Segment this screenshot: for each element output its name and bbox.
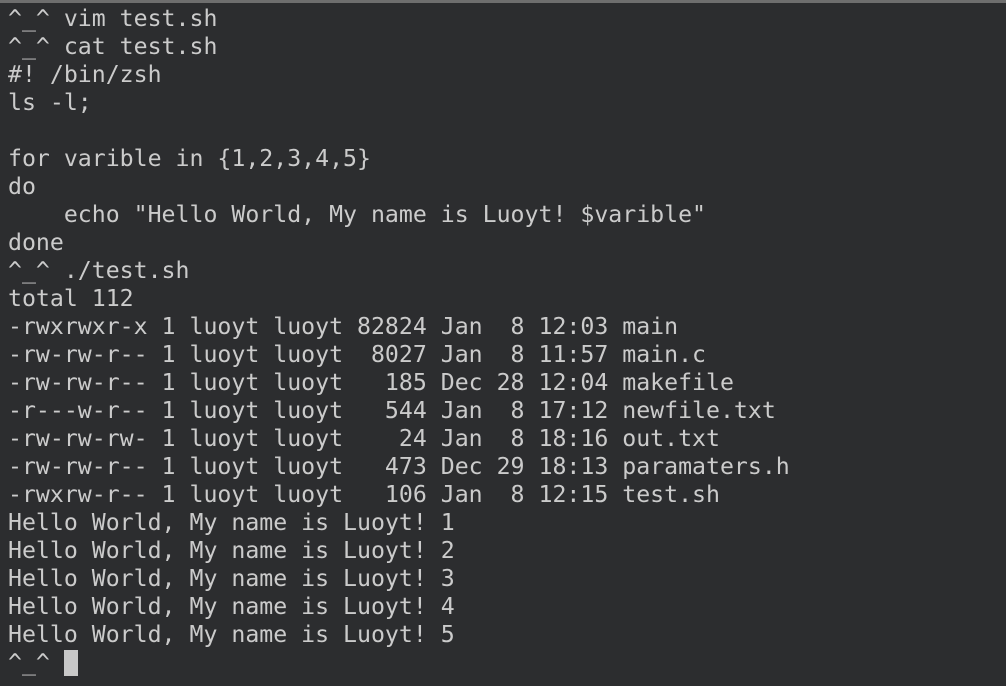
terminal-line: Hello World, My name is Luoyt! 3	[8, 565, 455, 592]
terminal-line: Hello World, My name is Luoyt! 1	[8, 509, 455, 536]
terminal-line: total 112	[8, 285, 134, 312]
window-top-border	[0, 0, 1006, 3]
terminal-line: -rwxrw-r-- 1 luoyt luoyt 106 Jan 8 12:15…	[8, 481, 720, 508]
terminal-line: -rw-rw-rw- 1 luoyt luoyt 24 Jan 8 18:16 …	[8, 425, 720, 452]
terminal-line: Hello World, My name is Luoyt! 5	[8, 621, 455, 648]
terminal-line: -rwxrwxr-x 1 luoyt luoyt 82824 Jan 8 12:…	[8, 313, 679, 340]
terminal-line: -r---w-r-- 1 luoyt luoyt 544 Jan 8 17:12…	[8, 397, 776, 424]
terminal-line: -rw-rw-r-- 1 luoyt luoyt 185 Dec 28 12:0…	[8, 369, 734, 396]
terminal-line: -rw-rw-r-- 1 luoyt luoyt 8027 Jan 8 11:5…	[8, 341, 707, 368]
terminal-line: done	[8, 229, 64, 256]
terminal-line: do	[8, 173, 36, 200]
terminal-line: #! /bin/zsh	[8, 61, 162, 88]
terminal-line: Hello World, My name is Luoyt! 2	[8, 537, 455, 564]
terminal-line: echo "Hello World, My name is Luoyt! $va…	[8, 201, 707, 228]
terminal-line: Hello World, My name is Luoyt! 4	[8, 593, 455, 620]
terminal-line: ls -l;	[8, 89, 92, 116]
terminal-line: -rw-rw-r-- 1 luoyt luoyt 473 Dec 29 18:1…	[8, 453, 790, 480]
terminal-line: ^_^ vim test.sh	[8, 5, 218, 32]
prompt: ^_^	[8, 649, 64, 676]
terminal-line: ^_^ ./test.sh	[8, 257, 190, 284]
cursor	[63, 650, 78, 676]
terminal-line: ^_^ cat test.sh	[8, 33, 218, 60]
terminal-output[interactable]: ^_^ vim test.sh ^_^ cat test.sh #! /bin/zs…	[8, 5, 790, 677]
terminal-prompt-line[interactable]: ^_^	[8, 649, 790, 677]
terminal-line: for varible in {1,2,3,4,5}	[8, 145, 371, 172]
